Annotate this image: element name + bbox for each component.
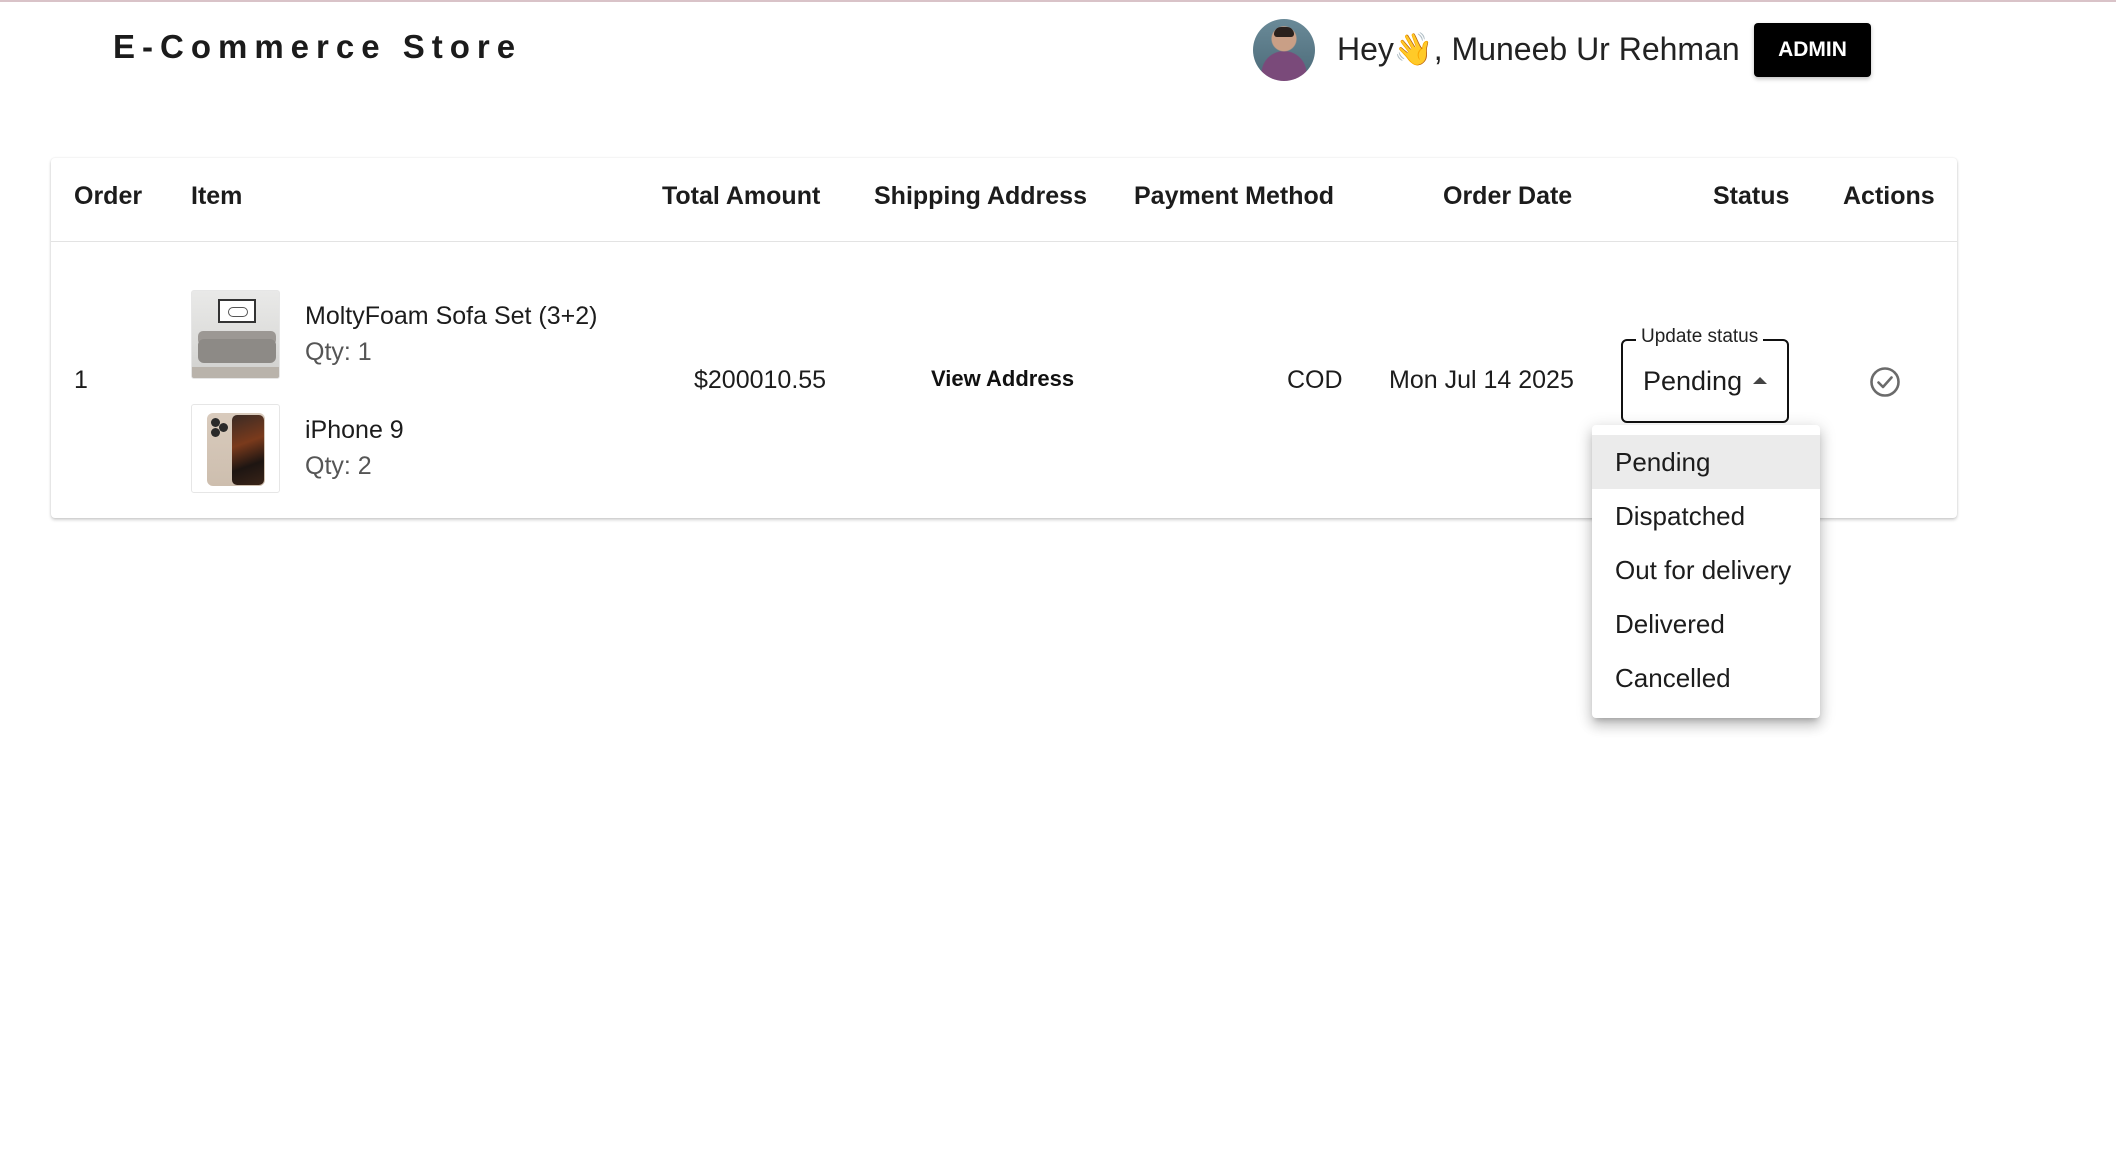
column-header-actions: Actions <box>1843 182 1935 210</box>
column-header-status: Status <box>1713 182 1790 210</box>
column-header-shipping-address: Shipping Address <box>874 182 1087 210</box>
store-brand[interactable]: E-Commerce Store <box>113 28 522 66</box>
item-name: MoltyFoam Sofa Set (3+2) <box>305 302 598 330</box>
item-name: iPhone 9 <box>305 416 404 444</box>
greeting-prefix: Hey <box>1337 31 1394 67</box>
column-header-order-date: Order Date <box>1443 182 1573 210</box>
item-qty: Qty: 1 <box>305 338 372 366</box>
column-header-item: Item <box>191 182 243 210</box>
user-avatar[interactable] <box>1253 19 1315 81</box>
greeting-name: , Muneeb Ur Rehman <box>1433 31 1740 67</box>
caret-up-icon[interactable] <box>1753 377 1767 384</box>
check-circle-icon[interactable] <box>1869 366 1901 398</box>
product-image-sofa <box>191 290 280 379</box>
total-amount: $200010.55 <box>694 366 827 394</box>
status-option-out-for-delivery[interactable]: Out for delivery <box>1592 543 1820 597</box>
item-qty: Qty: 2 <box>305 452 372 480</box>
column-header-payment-method: Payment Method <box>1134 182 1335 210</box>
status-option-dispatched[interactable]: Dispatched <box>1592 489 1820 543</box>
status-select-value[interactable]: Pending <box>1643 366 1742 397</box>
status-option-pending[interactable]: Pending <box>1592 435 1820 489</box>
status-dropdown-menu: Pending Dispatched Out for delivery Deli… <box>1592 425 1820 718</box>
greeting-text: Hey👋, Muneeb Ur Rehman <box>1337 30 1740 68</box>
order-number: 1 <box>74 366 88 394</box>
admin-button[interactable]: ADMIN <box>1754 23 1871 77</box>
status-option-delivered[interactable]: Delivered <box>1592 597 1820 651</box>
product-image-iphone <box>191 404 280 493</box>
header-divider <box>51 241 1957 242</box>
column-header-total-amount: Total Amount <box>662 182 821 210</box>
status-option-cancelled[interactable]: Cancelled <box>1592 651 1820 705</box>
status-select-label: Update status <box>1636 326 1764 348</box>
wave-emoji-icon: 👋 <box>1393 31 1434 67</box>
view-address-button[interactable]: View Address <box>931 366 1074 392</box>
top-divider <box>0 0 2116 2</box>
column-header-order: Order <box>74 182 143 210</box>
order-date: Mon Jul 14 2025 <box>1389 366 1574 394</box>
payment-method: COD <box>1287 366 1343 394</box>
